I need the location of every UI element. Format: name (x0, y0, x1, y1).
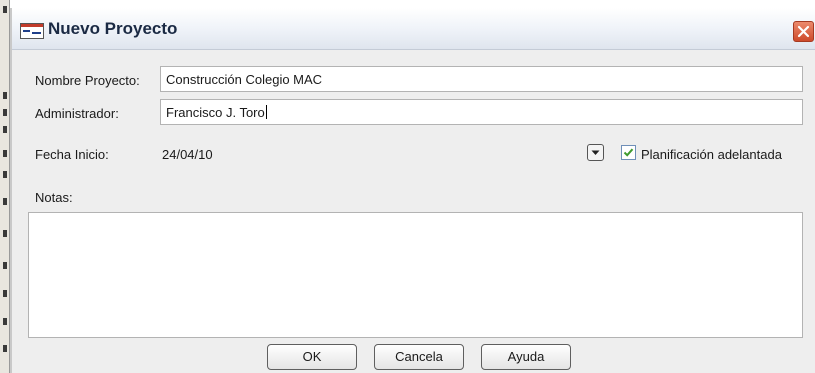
window-title: Nuevo Proyecto (48, 19, 178, 38)
advanced-planning-checkbox[interactable] (621, 145, 636, 160)
start-date-input[interactable]: 24/04/10 (162, 147, 213, 162)
project-name-value: Construcción Colegio MAC (166, 72, 323, 87)
project-name-label: Nombre Proyecto: (35, 73, 140, 88)
ok-button[interactable]: OK (267, 344, 357, 370)
app-icon (20, 23, 44, 39)
notes-label: Notas: (35, 190, 73, 205)
administrator-label: Administrador: (35, 106, 119, 121)
date-dropdown-button[interactable] (587, 144, 604, 161)
cancel-button[interactable]: Cancela (374, 344, 464, 370)
notes-textarea[interactable] (28, 212, 803, 338)
checkmark-icon (623, 148, 634, 157)
background-window-edge (0, 0, 10, 373)
start-date-label: Fecha Inicio: (35, 147, 109, 162)
project-name-input[interactable]: Construcción Colegio MAC (160, 66, 803, 92)
title-bar[interactable]: Nuevo Proyecto (12, 8, 815, 50)
new-project-dialog: Nuevo Proyecto Nombre Proyecto: Construc… (10, 8, 815, 373)
chevron-down-icon (591, 150, 600, 155)
administrator-input[interactable]: Francisco J. Toro (160, 99, 803, 125)
text-cursor (265, 105, 267, 119)
administrator-value: Francisco J. Toro (166, 105, 265, 120)
advanced-planning-label: Planificación adelantada (641, 147, 782, 162)
close-icon (797, 25, 810, 38)
close-button[interactable] (793, 21, 814, 42)
help-button[interactable]: Ayuda (481, 344, 571, 370)
